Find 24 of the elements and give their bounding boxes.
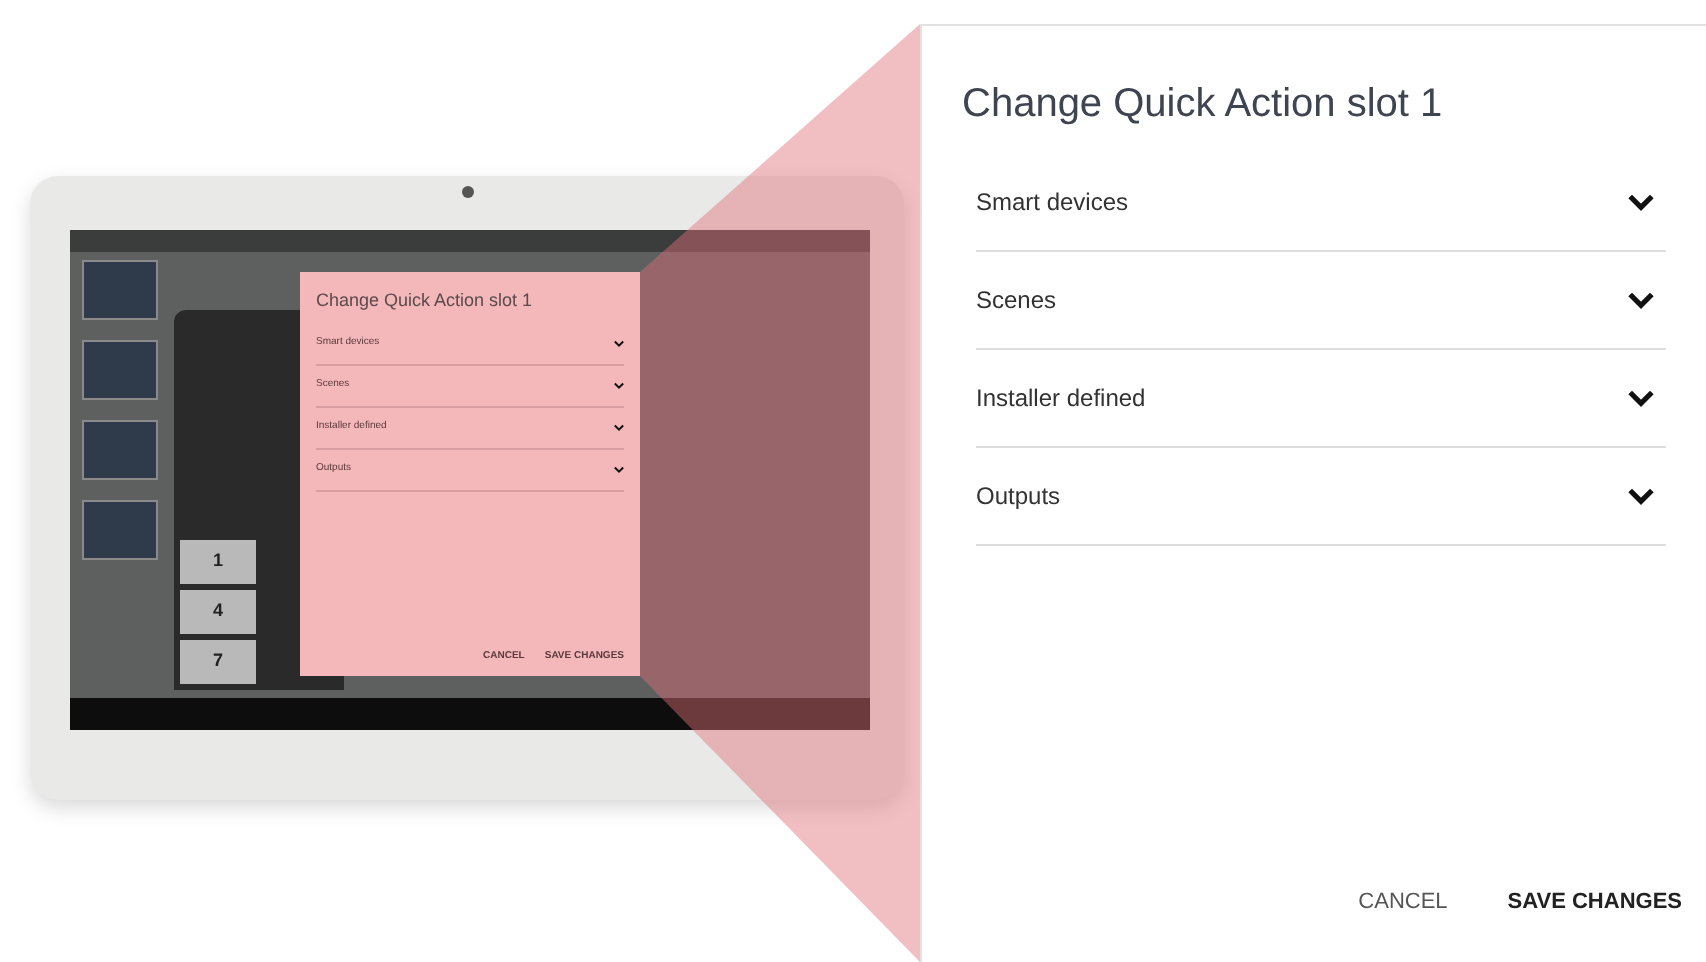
dialog-title: Change Quick Action slot 1 bbox=[962, 80, 1445, 130]
chevron-down-icon bbox=[614, 381, 624, 389]
keypad-key[interactable]: 4 bbox=[180, 590, 256, 634]
keypad-key[interactable]: 7 bbox=[180, 640, 256, 684]
layout-thumbnail[interactable] bbox=[82, 500, 158, 560]
save-button[interactable]: SAVE CHANGES bbox=[1507, 885, 1682, 918]
keypad-key[interactable]: 1 bbox=[180, 540, 256, 584]
camera-icon bbox=[462, 186, 474, 198]
chevron-down-icon bbox=[1628, 291, 1654, 309]
accordion-row[interactable]: Outputs bbox=[976, 448, 1666, 546]
layout-thumbnail[interactable] bbox=[82, 340, 158, 400]
accordion-row[interactable]: Scenes bbox=[976, 252, 1666, 350]
chevron-down-icon bbox=[614, 423, 624, 431]
chevron-down-icon bbox=[614, 465, 624, 473]
accordion-row[interactable]: Smart devices bbox=[976, 154, 1666, 252]
chevron-down-icon bbox=[614, 339, 624, 347]
layout-thumbnail[interactable] bbox=[82, 260, 158, 320]
accordion-row[interactable]: Installer defined bbox=[976, 350, 1666, 448]
chevron-down-icon bbox=[1628, 389, 1654, 407]
chevron-down-icon bbox=[1628, 193, 1654, 211]
chevron-down-icon bbox=[1628, 487, 1654, 505]
cancel-button[interactable]: CANCEL bbox=[1358, 885, 1448, 918]
dialog-title: Change Quick Action slot 1 bbox=[316, 288, 535, 314]
layout-thumbnail[interactable] bbox=[82, 420, 158, 480]
